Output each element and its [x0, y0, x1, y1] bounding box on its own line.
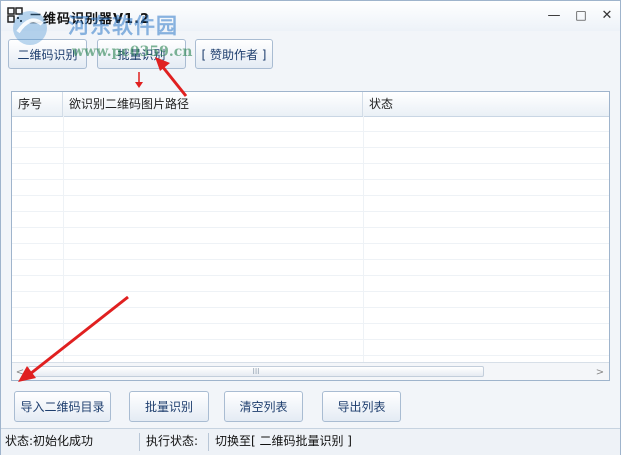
table-row — [12, 132, 609, 148]
minimize-icon: — — [547, 7, 561, 23]
table-header: 序号 欲识别二维码图片路径 状态 — [12, 92, 609, 117]
table-row — [12, 180, 609, 196]
maximize-icon: □ — [575, 8, 587, 22]
status-separator — [208, 433, 209, 451]
status-separator — [139, 433, 140, 451]
scroll-left-icon[interactable]: < — [12, 363, 28, 380]
column-divider — [363, 116, 364, 362]
table-row — [12, 228, 609, 244]
column-header-index[interactable]: 序号 — [12, 92, 63, 116]
clear-list-button[interactable]: 清空列表 — [224, 391, 303, 422]
init-status: 状态:初始化成功 — [5, 434, 94, 448]
tab-batch-recognize[interactable]: 批量识别 — [97, 39, 186, 69]
tab-qr-recognize[interactable]: 二维码识别 — [8, 39, 87, 69]
table-row — [12, 244, 609, 260]
column-header-status[interactable]: 状态 — [363, 92, 609, 116]
table-row — [12, 212, 609, 228]
table-row — [12, 308, 609, 324]
batch-recognize-button[interactable]: 批量识别 — [129, 391, 209, 422]
maximize-button[interactable]: □ — [570, 5, 592, 25]
import-qr-folder-label: 导入二维码目录 — [20, 400, 105, 414]
sponsor-author-label: [ 赞助作者 ] — [201, 47, 267, 62]
title-bar: 二维码识别器V1.2 — □ ✕ — [1, 1, 620, 31]
tab-qr-recognize-label: 二维码识别 — [17, 47, 78, 62]
table-row — [12, 324, 609, 340]
column-divider — [63, 116, 64, 362]
close-button[interactable]: ✕ — [596, 5, 618, 25]
import-qr-folder-button[interactable]: 导入二维码目录 — [14, 391, 111, 422]
table-row — [12, 148, 609, 164]
sponsor-author-button[interactable]: [ 赞助作者 ] — [195, 39, 273, 69]
table-row — [12, 260, 609, 276]
window-title: 二维码识别器V1.2 — [29, 12, 151, 27]
export-list-label: 导出列表 — [337, 400, 386, 414]
exec-status-label: 执行状态: — [146, 434, 199, 448]
close-icon: ✕ — [601, 7, 613, 23]
minimize-button[interactable]: — — [543, 5, 565, 25]
table-row — [12, 196, 609, 212]
scroll-right-icon[interactable]: > — [592, 363, 608, 380]
horizontal-scrollbar[interactable]: < III > — [12, 362, 609, 380]
table-row — [12, 116, 609, 132]
export-list-button[interactable]: 导出列表 — [322, 391, 401, 422]
batch-recognize-label: 批量识别 — [144, 400, 193, 414]
app-window: 二维码识别器V1.2 — □ ✕ 二维码识别 批量识别 [ 赞助作者 ] 序号 … — [0, 0, 621, 455]
qr-app-icon — [7, 7, 23, 23]
exec-status-value: 切换至[ 二维码批量识别 ] — [215, 434, 352, 448]
clear-list-label: 清空列表 — [239, 400, 288, 414]
tab-batch-recognize-label: 批量识别 — [117, 47, 166, 62]
table-row — [12, 340, 609, 356]
status-bar: 状态:初始化成功 执行状态: 切换至[ 二维码批量识别 ] — [1, 428, 620, 455]
column-header-path[interactable]: 欲识别二维码图片路径 — [63, 92, 363, 116]
table-row — [12, 276, 609, 292]
table-row — [12, 292, 609, 308]
table-row — [12, 164, 609, 180]
scrollbar-thumb[interactable]: III — [28, 366, 484, 377]
file-list-table[interactable]: 序号 欲识别二维码图片路径 状态 < III > — [11, 91, 610, 381]
